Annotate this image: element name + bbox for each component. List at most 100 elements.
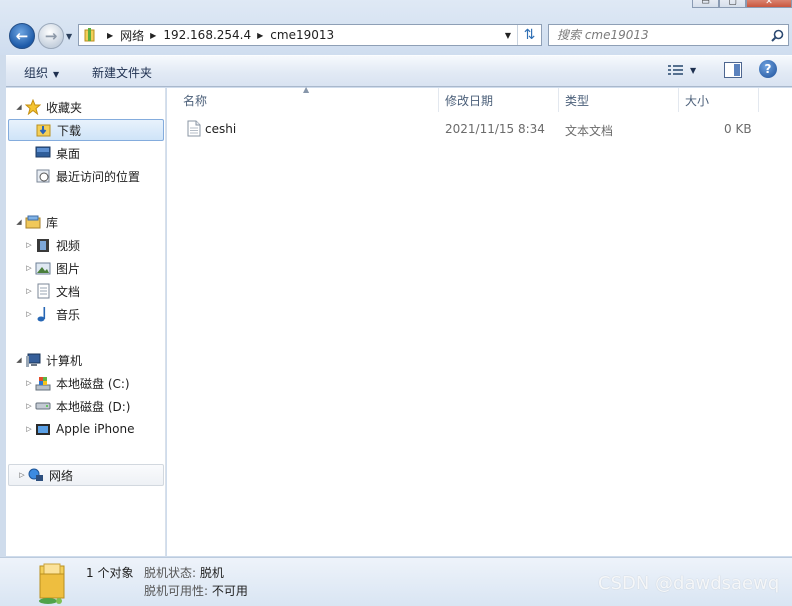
- column-header-size[interactable]: 大小: [679, 88, 759, 112]
- offline-availability-value: 不可用: [211, 584, 248, 598]
- nav-item-pictures[interactable]: ▷ 图片: [24, 257, 80, 279]
- music-note-icon: [34, 306, 52, 322]
- column-header-date[interactable]: 修改日期: [439, 88, 559, 112]
- system-drive-icon: [34, 375, 52, 391]
- window-controls: ▭ ▢ ✕: [692, 0, 792, 8]
- offline-availability: 脱机可用性: 不可用: [144, 582, 248, 599]
- address-bar[interactable]: ▶ 网络 ▶ 192.168.254.4 ▶ cme19013 ▼ ⇅: [78, 24, 542, 46]
- nav-item-label: 桌面: [56, 146, 81, 161]
- chevron-down-icon: ▼: [690, 65, 697, 75]
- expand-triangle-icon: ◢: [16, 103, 22, 111]
- organize-button[interactable]: 组织 ▼: [24, 64, 59, 81]
- nav-item-music[interactable]: ▷ 音乐: [24, 303, 80, 325]
- file-list: ▲ 名称 修改日期 类型 大小 ceshi 2021/11/15 8:34 文本…: [167, 85, 792, 556]
- nav-item-label: 图片: [56, 261, 81, 276]
- expand-triangle-icon: ◢: [16, 218, 22, 226]
- item-count: 1 个对象: [86, 566, 134, 580]
- computer-icon: [24, 352, 42, 368]
- column-header-type[interactable]: 类型: [559, 88, 679, 112]
- nav-item-label: 最近访问的位置: [56, 169, 141, 184]
- file-type: 文本文档: [565, 124, 614, 138]
- organize-label: 组织: [24, 66, 49, 80]
- arrow-left-icon: ←: [15, 27, 29, 45]
- help-button[interactable]: ?: [759, 60, 777, 78]
- file-name: ceshi: [205, 122, 237, 136]
- collapsed-triangle-icon: ▷: [26, 425, 32, 433]
- nav-item-label: 视频: [56, 238, 81, 253]
- recent-pages-dropdown[interactable]: ▼: [66, 32, 72, 41]
- collapsed-triangle-icon: ▷: [26, 402, 32, 410]
- nav-item-label: 本地磁盘 (C:): [56, 376, 130, 391]
- desktop-icon: [34, 145, 52, 161]
- search-box[interactable]: [548, 24, 789, 46]
- nav-item-downloads[interactable]: 下载: [8, 119, 164, 141]
- hard-drive-icon: [34, 398, 52, 414]
- nav-network-label: 网络: [49, 468, 74, 483]
- nav-favorites-label: 收藏夹: [46, 100, 83, 115]
- collapsed-triangle-icon: ▷: [26, 241, 32, 249]
- file-size: 0 KB: [724, 122, 752, 136]
- offline-folder-icon: [30, 560, 74, 606]
- collapsed-triangle-icon: ▷: [26, 287, 32, 295]
- maximize-button[interactable]: ▢: [719, 0, 746, 8]
- nav-item-label: 本地磁盘 (D:): [56, 399, 131, 414]
- nav-network[interactable]: ▷ 网络: [8, 464, 164, 486]
- nav-item-drive-c[interactable]: ▷ 本地磁盘 (C:): [24, 372, 130, 394]
- refresh-button[interactable]: ⇅: [517, 25, 541, 45]
- nav-item-videos[interactable]: ▷ 视频: [24, 234, 80, 256]
- nav-item-desktop[interactable]: 桌面: [34, 142, 80, 164]
- downloads-folder-icon: [35, 122, 53, 138]
- collapsed-triangle-icon: ▷: [26, 310, 32, 318]
- preview-pane-button[interactable]: [724, 62, 742, 78]
- nav-computer-label: 计算机: [46, 353, 83, 368]
- offline-status: 脱机状态: 脱机: [144, 564, 224, 581]
- collapsed-triangle-icon: ▷: [19, 471, 25, 479]
- forward-button[interactable]: →: [38, 23, 64, 49]
- arrow-right-icon: →: [44, 27, 58, 45]
- film-icon: [34, 237, 52, 253]
- breadcrumb-separator-icon: ▶: [107, 30, 114, 40]
- nav-item-label: 文档: [56, 284, 81, 299]
- address-history-dropdown[interactable]: ▼: [499, 31, 517, 40]
- breadcrumb-separator-icon: ▶: [257, 30, 264, 40]
- nav-favorites[interactable]: ◢ 收藏夹: [14, 96, 82, 118]
- network-folder-icon: [79, 25, 101, 45]
- search-input[interactable]: [557, 28, 757, 42]
- nav-computer[interactable]: ◢ 计算机: [14, 349, 82, 371]
- chevron-down-icon: ▼: [53, 70, 60, 79]
- breadcrumb-share[interactable]: cme19013: [270, 28, 334, 42]
- picture-icon: [34, 260, 52, 276]
- minimize-button[interactable]: ▭: [692, 0, 719, 8]
- nav-item-label: Apple iPhone: [56, 422, 135, 436]
- navigation-pane: ◢ 收藏夹 下载 桌面 最近访问的位置 ◢ 库 ▷ 视频 ▷ 图片 ▷ 文档 ▷…: [6, 88, 166, 556]
- offline-availability-label: 脱机可用性:: [144, 584, 209, 598]
- address-toolbar: ▭ ▢ ✕ ← → ▼ ▶ 网络 ▶ 192.168.254.4 ▶ cme19…: [0, 0, 792, 55]
- details-view-icon: [668, 65, 683, 75]
- new-folder-button[interactable]: 新建文件夹: [92, 64, 152, 81]
- breadcrumb-host[interactable]: 192.168.254.4: [163, 28, 251, 42]
- offline-status-value: 脱机: [199, 566, 224, 580]
- collapsed-triangle-icon: ▷: [26, 264, 32, 272]
- recent-places-icon: [34, 168, 52, 184]
- close-button[interactable]: ✕: [746, 0, 792, 8]
- breadcrumb-network[interactable]: 网络: [120, 27, 144, 44]
- refresh-arrows-icon: ⇅: [523, 27, 536, 43]
- search-button[interactable]: [766, 29, 788, 42]
- nav-item-label: 下载: [57, 123, 82, 138]
- device-icon: [34, 421, 52, 437]
- network-icon: [27, 467, 45, 483]
- file-modified: 2021/11/15 8:34: [445, 122, 545, 136]
- change-view-button[interactable]: ▼: [668, 64, 696, 76]
- back-button[interactable]: ←: [9, 23, 35, 49]
- table-row[interactable]: ceshi 2021/11/15 8:34 文本文档 0 KB: [181, 119, 771, 141]
- column-header-name[interactable]: 名称: [177, 88, 439, 112]
- text-file-icon: [187, 120, 201, 140]
- document-icon: [34, 283, 52, 299]
- star-icon: [24, 99, 42, 115]
- breadcrumb-separator-icon: ▶: [150, 30, 157, 40]
- nav-libraries[interactable]: ◢ 库: [14, 211, 58, 233]
- nav-item-drive-d[interactable]: ▷ 本地磁盘 (D:): [24, 395, 130, 417]
- nav-item-recent-places[interactable]: 最近访问的位置: [34, 165, 140, 187]
- nav-item-apple-iphone[interactable]: ▷ Apple iPhone: [24, 418, 134, 440]
- nav-item-documents[interactable]: ▷ 文档: [24, 280, 80, 302]
